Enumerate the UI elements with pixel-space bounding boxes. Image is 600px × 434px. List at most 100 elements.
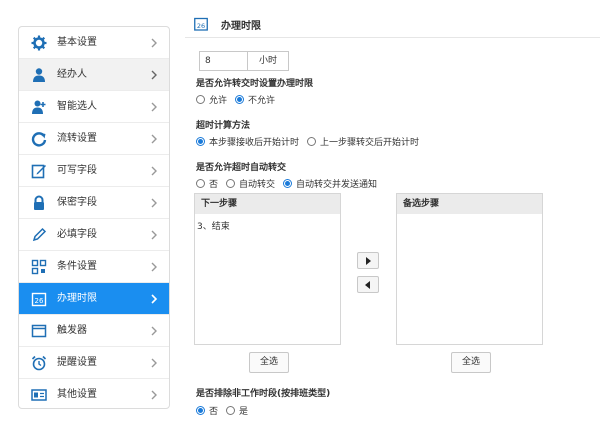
radio-button[interactable]	[196, 137, 205, 146]
sidebar-item-label: 其他设置	[57, 389, 97, 400]
option-label: 自动转交	[239, 180, 276, 190]
list-item[interactable]: 3、结束	[195, 214, 340, 232]
allow-turn-option-disallow[interactable]: 不允许	[235, 93, 275, 106]
option-label: 自动转交并发送通知	[296, 180, 378, 190]
chevron-right-icon	[148, 259, 160, 275]
pencil-icon	[30, 226, 48, 244]
radio-button[interactable]	[283, 179, 293, 188]
allow-turn-option-allow[interactable]: 允许	[196, 93, 227, 106]
arrow-left-icon	[365, 280, 370, 289]
sidebar-item-smart-select[interactable]: 智能选人	[19, 91, 169, 123]
radio-button[interactable]	[196, 406, 205, 415]
radio-button[interactable]	[307, 137, 317, 146]
chevron-right-icon	[148, 291, 160, 307]
chevron-right-icon	[148, 99, 160, 115]
candidate-steps-select-all-button[interactable]: 全选	[451, 352, 491, 373]
chevron-right-icon	[148, 67, 160, 83]
auto-turn-option-no[interactable]: 否	[196, 177, 218, 190]
sidebar-item-label: 办理时限	[57, 293, 97, 304]
radio-button[interactable]	[196, 95, 205, 104]
sidebar-item-flow-settings[interactable]: 流转设置	[19, 123, 169, 155]
grid-icon	[30, 258, 48, 276]
chevron-right-icon	[148, 387, 160, 403]
sidebar-item-label: 触发器	[57, 325, 87, 336]
auto-turn-label: 是否允许超时自动转交	[196, 163, 287, 173]
sidebar-item-label: 经办人	[57, 69, 87, 80]
option-label: 否	[209, 180, 219, 190]
sidebar-item-trigger[interactable]: 触发器	[19, 315, 169, 347]
edit-icon	[30, 162, 48, 180]
move-right-button[interactable]	[357, 252, 379, 269]
sidebar-item-required-fields[interactable]: 必填字段	[19, 219, 169, 251]
radio-button[interactable]	[235, 95, 245, 104]
lock-icon	[30, 194, 48, 212]
header-divider	[185, 37, 600, 38]
user-plus-icon	[30, 98, 48, 116]
sidebar-item-label: 智能选人	[57, 101, 97, 112]
person-icon	[30, 66, 48, 84]
timeout-option-receive[interactable]: 本步骤接收后开始计时	[196, 135, 299, 148]
radio-button[interactable]	[196, 179, 205, 188]
sidebar-item-other-settings[interactable]: 其他设置	[19, 379, 169, 411]
time-limit-input[interactable]: 8	[199, 51, 247, 71]
next-steps-list[interactable]: 下一步骤 3、结束	[194, 193, 341, 345]
settings-sidebar: 基本设置 经办人 智能选人 流转设置 可写字段 保密字段 必填字段 条件设置 2…	[18, 26, 170, 409]
option-label: 上一步骤转交后开始计时	[320, 138, 420, 148]
exclude-nonwork-radio-group: 否 是	[196, 404, 256, 417]
chevron-right-icon	[148, 163, 160, 179]
timeout-option-previous[interactable]: 上一步骤转交后开始计时	[307, 135, 419, 148]
sidebar-item-label: 可写字段	[57, 165, 97, 176]
calendar-icon: 26	[194, 17, 208, 31]
arrow-right-icon	[366, 256, 371, 265]
radio-button[interactable]	[226, 406, 236, 415]
chevron-right-icon	[148, 323, 160, 339]
chevron-right-icon	[148, 195, 160, 211]
chevron-right-icon	[148, 355, 160, 371]
chevron-right-icon	[148, 131, 160, 147]
option-label: 否	[209, 407, 219, 417]
timeout-method-radio-group: 本步骤接收后开始计时 上一步骤转交后开始计时	[196, 135, 427, 148]
sidebar-item-handler[interactable]: 经办人	[19, 59, 169, 91]
id-card-icon	[30, 386, 48, 404]
option-label: 不允许	[248, 96, 276, 106]
sidebar-item-writable-fields[interactable]: 可写字段	[19, 155, 169, 187]
window-icon	[30, 322, 48, 340]
exclude-option-yes[interactable]: 是	[226, 404, 248, 417]
timeout-method-label: 超时计算方法	[196, 121, 251, 131]
move-left-button[interactable]	[357, 276, 379, 293]
allow-turn-label: 是否允许转交时设置办理时限	[196, 79, 314, 89]
time-limit-unit: 小时	[247, 51, 289, 71]
option-label: 本步骤接收后开始计时	[209, 138, 300, 148]
sidebar-item-label: 必填字段	[57, 229, 97, 240]
sidebar-item-time-limit[interactable]: 26 办理时限	[19, 283, 169, 315]
auto-turn-option-auto[interactable]: 自动转交	[226, 177, 275, 190]
candidate-steps-list[interactable]: 备选步骤	[396, 193, 543, 345]
chevron-right-icon	[148, 227, 160, 243]
allow-turn-radio-group: 允许 不允许	[196, 93, 283, 106]
sidebar-item-label: 条件设置	[57, 261, 97, 272]
sidebar-item-basic-settings[interactable]: 基本设置	[19, 27, 169, 59]
alarm-clock-icon	[30, 354, 48, 372]
gear-icon	[30, 34, 48, 52]
sidebar-item-reminder-settings[interactable]: 提醒设置	[19, 347, 169, 379]
calendar-icon-text: 26	[35, 297, 44, 305]
chevron-right-icon	[148, 35, 160, 51]
radio-button[interactable]	[226, 179, 236, 188]
sidebar-item-secret-fields[interactable]: 保密字段	[19, 187, 169, 219]
sidebar-item-condition-settings[interactable]: 条件设置	[19, 251, 169, 283]
sidebar-item-label: 保密字段	[57, 197, 97, 208]
exclude-nonwork-label: 是否排除非工作时段(按排班类型)	[196, 389, 331, 399]
option-label: 是	[239, 407, 249, 417]
next-steps-select-all-button[interactable]: 全选	[249, 352, 289, 373]
exclude-option-no[interactable]: 否	[196, 404, 218, 417]
sidebar-item-label: 提醒设置	[57, 357, 97, 368]
refresh-icon	[30, 130, 48, 148]
sidebar-item-label: 流转设置	[57, 133, 97, 144]
next-steps-header: 下一步骤	[195, 194, 340, 214]
auto-turn-option-auto-notify[interactable]: 自动转交并发送通知	[283, 177, 377, 190]
calendar-icon: 26	[30, 290, 48, 308]
calendar-icon-text: 26	[197, 22, 205, 30]
page-title: 办理时限	[221, 21, 261, 32]
candidate-steps-header: 备选步骤	[397, 194, 542, 214]
auto-turn-radio-group: 否 自动转交 自动转交并发送通知	[196, 177, 385, 190]
